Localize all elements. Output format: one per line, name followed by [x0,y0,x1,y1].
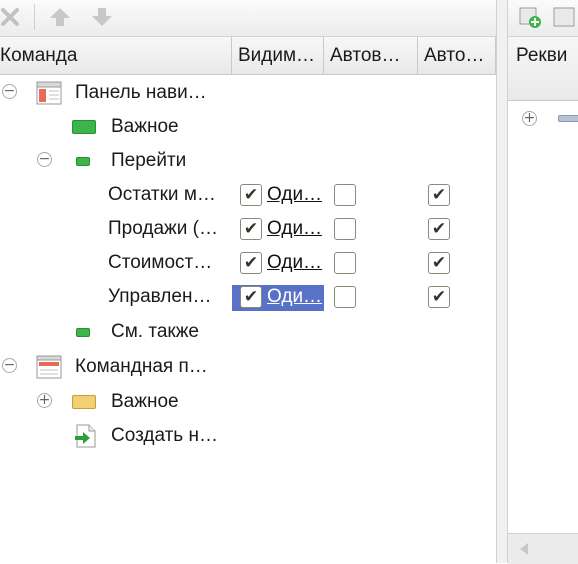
visible-checkbox[interactable]: ✔ [240,218,262,240]
attribute-group-icon [558,115,578,122]
tree-label-cp-important: Важное [111,391,179,412]
group-cp-important-icon [72,395,96,409]
tree-label-create: Создать н… [111,425,218,446]
auto1-checkbox[interactable] [334,252,356,274]
attributes-panel: Рекви + [508,0,578,564]
tree-row-command-panel[interactable]: − Командная п… [0,350,496,384]
collapse-icon[interactable]: − [2,358,17,373]
tree-row-goto[interactable]: − Перейти [0,144,496,178]
visible-checkbox[interactable]: ✔ [240,184,262,206]
tree-row-see-also[interactable]: См. также [0,315,496,349]
create-document-icon [75,424,96,448]
tree-row-command-item[interactable]: Остатки м… ✔ Оди… ✔ [0,178,496,212]
commands-toolbar [0,0,496,37]
panel-splitter[interactable] [496,0,508,563]
arrow-down-icon [92,8,112,26]
expand-icon[interactable]: + [37,393,52,408]
tree-label-goto: Перейти [111,150,187,171]
tree-label-command-panel: Командная п… [75,356,208,377]
move-up-button[interactable] [46,3,74,31]
visible-checkbox[interactable]: ✔ [240,252,262,274]
tree-label-important: Важное [111,116,179,137]
column-header-auto1[interactable]: Автов… [324,37,418,74]
add-attribute-icon[interactable] [518,4,544,30]
attribute-tool-icon[interactable] [552,4,578,30]
auto2-checkbox[interactable]: ✔ [428,218,450,240]
tree-row-command-item-selected[interactable]: Управлен… ✔ Оди… ✔ [0,280,496,314]
navigation-panel-icon [36,81,62,105]
command-item-label: Управлен… [108,286,212,307]
close-icon [1,8,19,26]
attributes-toolbar [508,0,578,37]
role-visibility-link[interactable]: Оди… [267,212,322,246]
tree-row-command-item[interactable]: Стоимост… ✔ Оди… ✔ [0,246,496,280]
command-item-label: Стоимост… [108,252,213,273]
auto1-checkbox[interactable] [334,218,356,240]
selected-cell[interactable]: ✔ Оди… [232,285,324,311]
tree-row-important[interactable]: Важное [0,110,496,144]
toolbar-separator [34,4,35,30]
command-item-label: Остатки м… [108,184,216,205]
tree-row-command-item[interactable]: Продажи (… ✔ Оди… ✔ [0,212,496,246]
column-header-row: Команда Видим… Автов… Авто… [0,37,496,75]
arrow-up-icon [50,8,70,26]
auto2-checkbox[interactable]: ✔ [428,184,450,206]
expand-icon[interactable]: + [522,111,537,126]
tree-label-see-also: См. также [111,321,199,342]
column-header-auto2[interactable]: Авто… [418,37,496,74]
scroll-left-icon[interactable] [518,542,530,556]
role-visibility-link[interactable]: Оди… [267,178,322,212]
auto1-checkbox[interactable] [334,184,356,206]
visible-checkbox[interactable]: ✔ [240,286,262,308]
role-visibility-link[interactable]: Оди… [267,246,322,280]
auto2-checkbox[interactable]: ✔ [428,252,450,274]
collapse-icon[interactable]: − [37,152,52,167]
group-see-also-icon [76,328,90,337]
column-header-visible[interactable]: Видим… [232,37,324,74]
tree-label-nav-panel: Панель нави… [75,82,207,103]
move-down-button[interactable] [88,3,116,31]
horizontal-scrollbar[interactable] [508,533,578,564]
group-important-icon [72,120,96,134]
group-goto-icon [76,157,90,166]
role-visibility-link[interactable]: Оди… [267,280,322,314]
tree-row-nav-panel[interactable]: − Панель нави… [0,76,496,110]
attributes-header: Рекви [508,37,578,101]
collapse-icon[interactable]: − [2,84,17,99]
command-item-label: Продажи (… [108,218,218,239]
tree-row-cp-important[interactable]: + Важное [0,385,496,419]
tree-row-create[interactable]: Создать н… [0,419,496,453]
auto2-checkbox[interactable]: ✔ [428,286,450,308]
column-header-command[interactable]: Команда [0,37,232,74]
command-panel-icon [36,355,62,379]
auto1-checkbox[interactable] [334,286,356,308]
attributes-header-label[interactable]: Рекви [516,37,567,74]
delete-button[interactable] [0,3,24,31]
commands-tree: − Панель нави… Важное − Перейти Остатки … [0,75,496,563]
